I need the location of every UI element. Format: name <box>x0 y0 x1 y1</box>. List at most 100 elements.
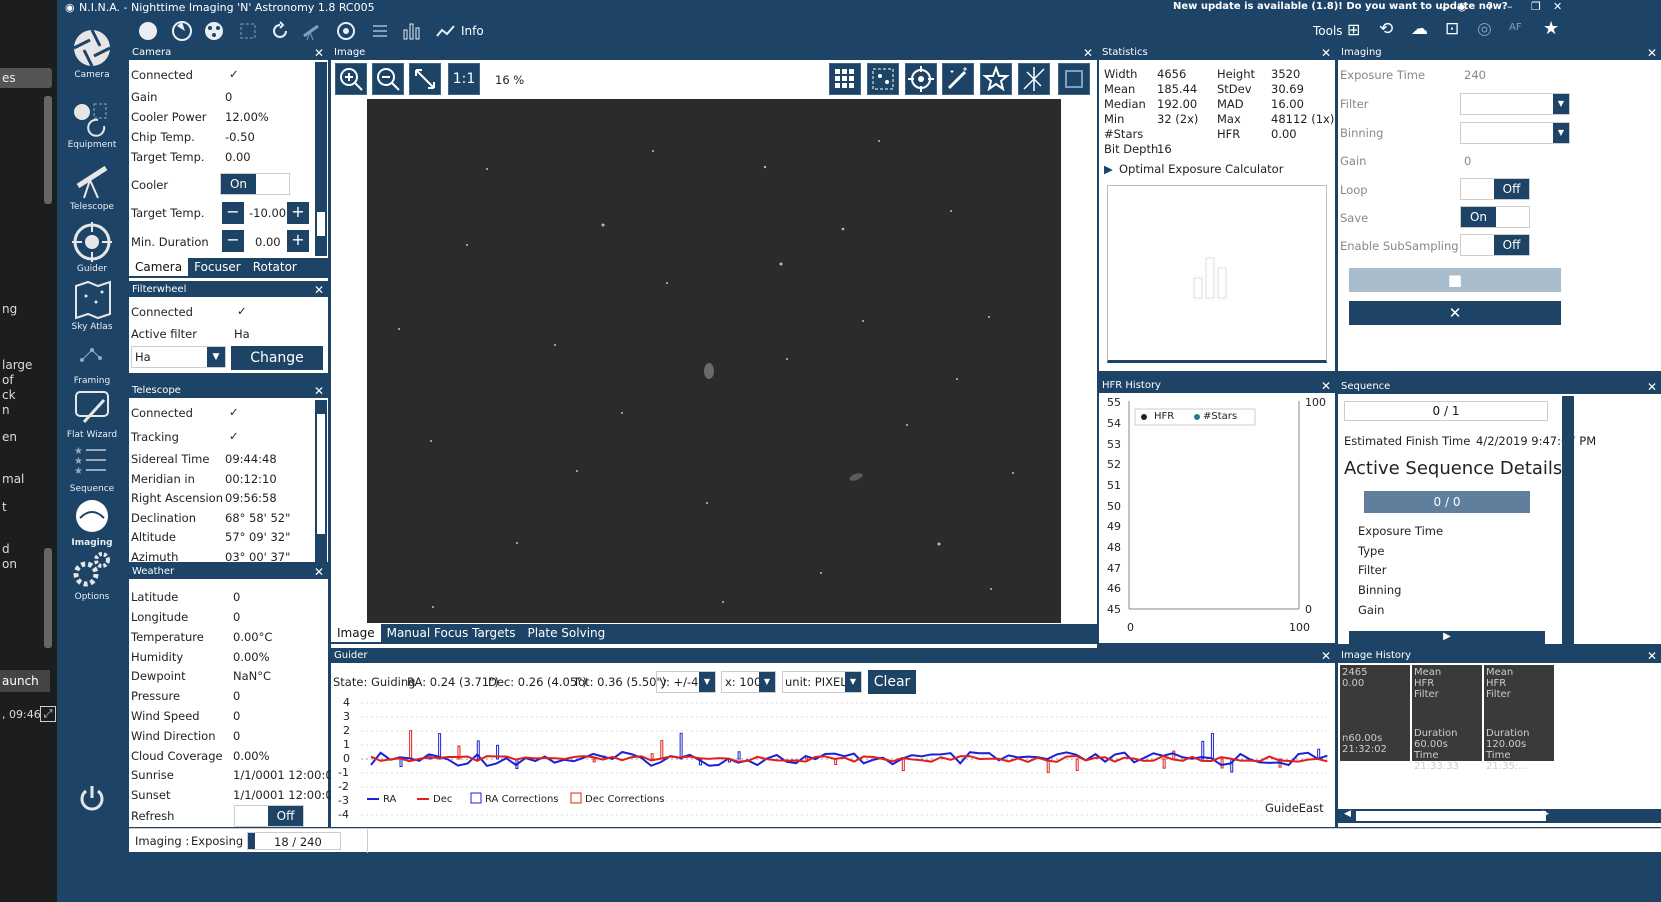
zoom-out-button[interactable] <box>372 63 404 95</box>
target-temp-input[interactable]: -10.00 <box>249 206 286 220</box>
history-thumbnail[interactable]: Mean HFR Filter Duration 120.00s Time 21:35… <box>1484 665 1554 772</box>
bahtinov-button[interactable] <box>1018 63 1050 95</box>
tools-label[interactable]: Tools <box>1313 24 1343 38</box>
astro-image[interactable] <box>367 99 1061 623</box>
launch-button[interactable]: aunch <box>0 670 50 692</box>
close-icon[interactable]: ✕ <box>314 384 324 398</box>
decrease-duration-button[interactable]: − <box>222 230 244 252</box>
cloud-icon[interactable]: ☁ <box>1411 19 1428 39</box>
filter-select[interactable]: Ha ▼ <box>131 346 226 368</box>
save-toggle[interactable]: On <box>1460 206 1530 228</box>
cancel-capture-button[interactable]: ✕ <box>1349 301 1561 325</box>
camera-aperture-icon[interactable] <box>171 20 193 42</box>
close-icon[interactable]: ✕ <box>1321 649 1331 663</box>
close-icon[interactable]: ✕ <box>1647 46 1657 60</box>
nav-telescope[interactable]: Telescope <box>57 158 127 212</box>
refresh-toggle[interactable]: Off <box>234 805 304 827</box>
nav-guider[interactable]: Guider <box>57 220 127 274</box>
one-to-one-button[interactable]: 1:1 <box>448 63 480 95</box>
sequence-list-icon[interactable] <box>369 20 391 42</box>
download-icon[interactable]: ⤓ <box>1442 0 1447 14</box>
camera-scrollbar[interactable] <box>315 62 327 256</box>
start-capture-button[interactable]: ■ <box>1349 268 1561 292</box>
crosshair-button[interactable] <box>905 63 937 95</box>
close-icon[interactable]: ✕ <box>1321 46 1331 60</box>
connect-icon[interactable] <box>137 20 159 42</box>
focus-target-icon[interactable]: ⊡ <box>1445 19 1459 39</box>
unit-select[interactable]: unit: PIXELS ▼ <box>782 671 862 693</box>
scroll-left-icon[interactable]: ◀ <box>1344 809 1351 819</box>
maximize-icon[interactable]: ❐ <box>1531 0 1541 13</box>
zoom-in-button[interactable] <box>335 63 367 95</box>
loop-toggle[interactable]: Off <box>1460 178 1530 200</box>
nav-framing[interactable]: Framing <box>57 332 127 386</box>
help-icon[interactable]: ? <box>1487 0 1493 13</box>
pin-icon[interactable]: ★ <box>1543 18 1559 39</box>
close-icon[interactable]: ✕ <box>314 46 324 60</box>
close-icon[interactable]: ✕ <box>314 565 324 579</box>
target-icon[interactable]: ⊞ <box>1347 20 1360 39</box>
close-window-icon[interactable]: ✕ <box>1553 0 1562 13</box>
subframe-button[interactable] <box>1058 63 1090 95</box>
binning-dropdown[interactable]: ▼ <box>1460 122 1570 144</box>
telescope-icon[interactable] <box>301 20 323 42</box>
eye-icon[interactable]: ◉ <box>1457 0 1467 13</box>
tab-rotator[interactable]: Rotator <box>246 258 303 276</box>
min-duration-input[interactable]: 0.00 <box>255 235 281 249</box>
subsampling-toggle[interactable]: Off <box>1460 234 1530 256</box>
nav-sequence[interactable]: ★ ★ ★ Sequence <box>57 440 127 494</box>
close-icon[interactable]: ✕ <box>314 283 324 297</box>
increase-temp-button[interactable]: + <box>287 202 309 224</box>
fit-button[interactable] <box>409 63 441 95</box>
auto-stretch-button[interactable] <box>942 63 974 95</box>
expand-icon[interactable]: ⤢ <box>40 706 56 722</box>
tab-manual-focus-targets[interactable]: Manual Focus Targets <box>380 624 522 642</box>
increase-duration-button[interactable]: + <box>287 230 309 252</box>
guider-icon[interactable] <box>335 20 357 42</box>
clear-button[interactable]: Clear <box>868 670 916 694</box>
chart-icon[interactable] <box>401 20 423 42</box>
optimal-exposure-calculator[interactable]: Optimal Exposure Calculator <box>1119 162 1283 176</box>
detect-stars-button[interactable] <box>867 63 899 95</box>
history-thumbnail[interactable]: 2465 0.00 n60.00s 21:32:02 <box>1340 665 1410 761</box>
start-sequence-button[interactable]: ▶ <box>1349 631 1545 644</box>
history-thumbnail[interactable]: Mean HFR Filter Duration 60.00s Time 21:33:… <box>1412 665 1482 772</box>
rotator-icon[interactable] <box>269 20 291 42</box>
history-icon[interactable]: ⟲ <box>1379 19 1393 39</box>
expand-triangle-icon[interactable]: ▶ <box>1104 162 1113 176</box>
power-icon[interactable] <box>79 784 105 812</box>
sequence-scrollbar[interactable] <box>1562 396 1574 644</box>
nav-options[interactable]: Options <box>57 548 127 602</box>
tab-camera[interactable]: Camera <box>129 258 189 276</box>
scroll-right-icon[interactable]: ▶ <box>1542 809 1549 819</box>
history-scrollbar[interactable]: ◀ ▶ <box>1338 809 1661 823</box>
info-graph-icon[interactable] <box>435 20 457 42</box>
annotate-stars-button[interactable] <box>980 63 1012 95</box>
cooler-toggle[interactable]: On <box>220 173 290 195</box>
filter-dropdown[interactable]: ▼ <box>1460 93 1570 115</box>
autofocus-icon[interactable]: AF <box>1509 22 1522 33</box>
tab-image[interactable]: Image <box>331 624 381 642</box>
y-scale-select[interactable]: y: +/-4" ▼ <box>656 671 716 693</box>
minimize-icon[interactable]: – <box>1507 0 1513 13</box>
tab-focuser[interactable]: Focuser <box>188 258 247 276</box>
nav-equipment[interactable]: Equipment <box>57 96 127 150</box>
tab-plate-solving[interactable]: Plate Solving <box>521 624 612 642</box>
close-icon[interactable]: ✕ <box>1083 46 1093 60</box>
exposure-time-input[interactable]: 240 <box>1464 68 1486 82</box>
change-filter-button[interactable]: Change <box>231 346 323 370</box>
focuser-icon[interactable] <box>237 20 259 42</box>
nav-sky-atlas[interactable]: Sky Atlas <box>57 278 127 332</box>
x-scale-select[interactable]: x: 100 ▼ <box>721 671 776 693</box>
gain-input[interactable]: 0 <box>1464 154 1471 168</box>
filterwheel-icon[interactable] <box>203 20 225 42</box>
decrease-temp-button[interactable]: − <box>222 202 244 224</box>
sun-icon[interactable]: ◎ <box>1477 19 1492 39</box>
grid-button[interactable] <box>829 63 861 95</box>
close-icon[interactable]: ✕ <box>1321 379 1331 393</box>
close-icon[interactable]: ✕ <box>1647 649 1657 663</box>
nav-camera[interactable]: Camera <box>57 26 127 80</box>
info-label[interactable]: Info <box>461 24 484 38</box>
nav-flat-wizard[interactable]: Flat Wizard <box>57 386 127 440</box>
nav-imaging[interactable]: Imaging <box>57 494 127 548</box>
